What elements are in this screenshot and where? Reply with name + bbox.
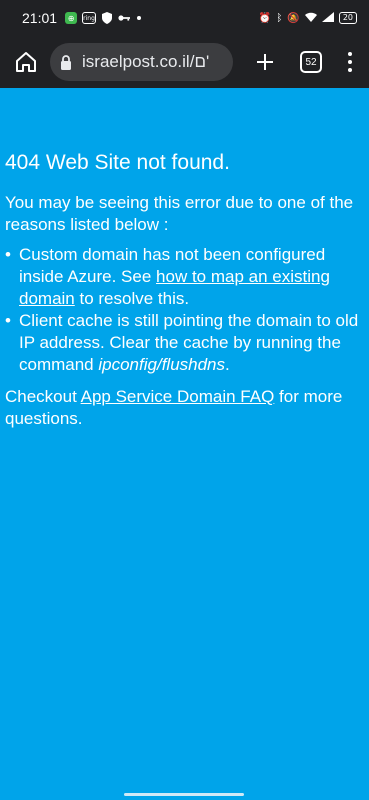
more-vert-icon [348, 52, 352, 56]
mute-icon: 🔕 [287, 12, 300, 24]
system-icons: ⏰ ᛒ 🔕 20 [258, 11, 357, 25]
tab-count: 52 [300, 51, 322, 73]
bluetooth-icon: ᛒ [276, 12, 283, 24]
tab-switcher-button[interactable]: 52 [291, 42, 331, 82]
signal-icon [321, 11, 334, 25]
reasons-list: Custom domain has not been configured in… [5, 244, 364, 376]
battery-icon: 20 [338, 12, 357, 24]
key-icon [118, 12, 131, 24]
page-title: 404 Web Site not found. [5, 151, 230, 174]
faq-link[interactable]: App Service Domain FAQ [81, 387, 275, 406]
lock-icon [60, 54, 72, 70]
page-content: 404 Web Site not found. You may be seein… [0, 88, 369, 430]
home-button[interactable] [6, 42, 46, 82]
shield-notification-icon [101, 12, 113, 24]
wifi-icon [304, 12, 317, 25]
checkout-text: Checkout App Service Domain FAQ for more… [5, 387, 343, 428]
app-notification-icon: ⊕ [65, 12, 78, 24]
alarm-icon: ⏰ [258, 12, 272, 24]
browser-toolbar: israelpost.co.il/ם' 52 [0, 36, 369, 88]
flushdns-command: ipconfig/flushdns [98, 355, 226, 374]
more-notifications-dot-icon [137, 16, 142, 20]
list-item: Client cache is still pointing the domai… [5, 310, 364, 376]
url-text: israelpost.co.il/ם' [82, 52, 210, 71]
plus-icon [257, 54, 273, 70]
gesture-nav-bar[interactable] [124, 793, 244, 796]
new-tab-button[interactable] [245, 42, 285, 82]
overflow-menu-button[interactable] [335, 42, 365, 82]
ring-notification-icon: ring [82, 12, 97, 24]
status-bar: 21:01 ⊕ ring ⏰ ᛒ 🔕 20 [0, 0, 369, 36]
home-icon [16, 52, 36, 72]
status-time: 21:01 [22, 10, 58, 26]
intro-text: You may be seeing this error due to one … [5, 193, 354, 234]
list-item: Custom domain has not been configured in… [5, 244, 364, 310]
address-bar[interactable]: israelpost.co.il/ם' [50, 43, 233, 81]
